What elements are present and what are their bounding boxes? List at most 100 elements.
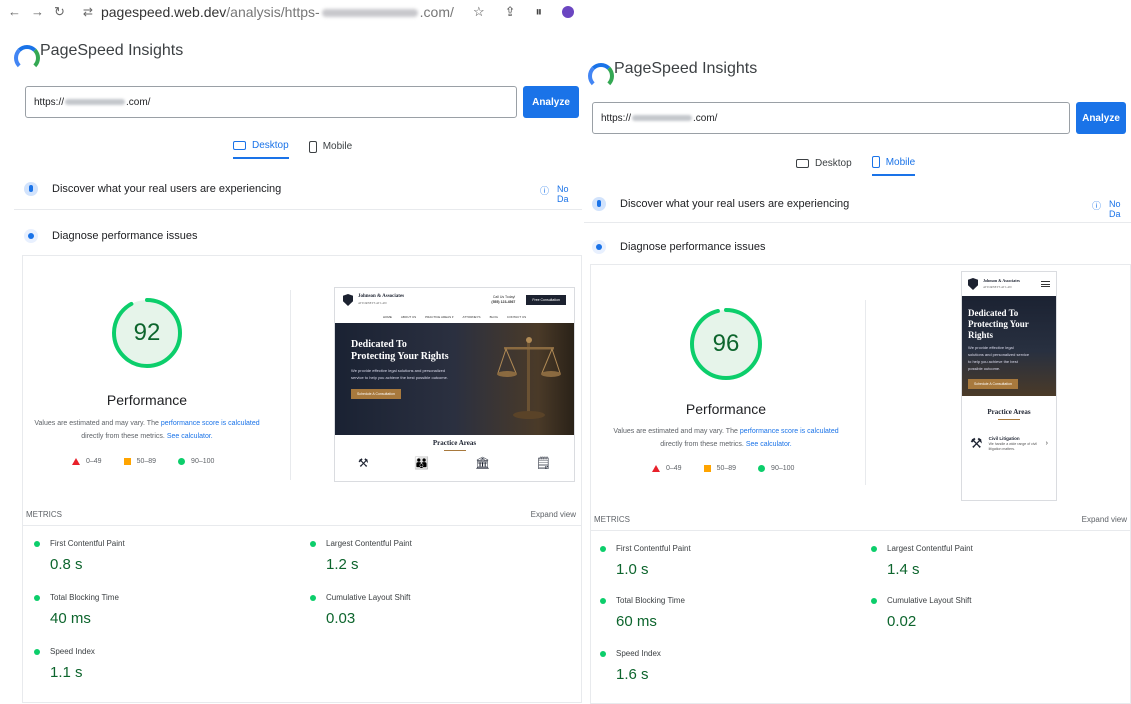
poor-triangle-icon — [72, 458, 80, 465]
tab-mobile[interactable]: Mobile — [308, 140, 352, 159]
mobile-page-screenshot: Johnson & Associates ATTORNEYS AT LAW Ded… — [961, 271, 1057, 501]
legend-good: 90–100 — [178, 458, 214, 465]
performance-title: Performance — [106, 392, 188, 408]
performance-score-gauge: 92 — [110, 296, 184, 370]
average-square-icon — [703, 465, 711, 472]
metric-cls: Cumulative Layout Shift 0.02 — [871, 596, 972, 630]
good-circle-icon — [310, 540, 316, 547]
url-input[interactable]: https://.com/ — [25, 86, 517, 118]
diagnose-section[interactable]: Diagnose performance issues — [24, 229, 198, 243]
mobile-report-panel: PageSpeed Insights https://.com/ Analyze… — [584, 0, 1131, 704]
discover-section[interactable]: Discover what your real users are experi… — [24, 182, 281, 196]
bookmark-star-icon[interactable]: ☆ — [473, 4, 485, 20]
metric-tbt: Total Blocking Time 60 ms — [600, 596, 685, 630]
tab-desktop[interactable]: Desktop — [796, 156, 852, 176]
legend-average: 50–89 — [123, 458, 156, 465]
browser-toolbar: ←→↻ ⇄ pagespeed.web.dev/analysis/https-.… — [0, 0, 580, 24]
justice-scales-image — [497, 337, 561, 419]
expand-view-link[interactable]: Expand view — [1082, 515, 1127, 524]
tab-desktop[interactable]: Desktop — [233, 140, 289, 159]
good-circle-icon — [600, 597, 606, 604]
metrics-header: METRICS Expand view — [594, 515, 1127, 524]
info-icon: ⓘ — [1092, 201, 1102, 211]
gavel-icon: ⚒ — [357, 456, 369, 470]
profile-avatar[interactable] — [562, 6, 574, 18]
no-data-indicator: ⓘ No Da — [1092, 199, 1121, 219]
see-calculator-link[interactable]: See calculator. — [167, 433, 213, 440]
good-circle-icon — [34, 648, 40, 655]
good-circle-icon — [34, 594, 40, 601]
divider — [584, 222, 1131, 223]
performance-score-gauge: 96 — [688, 306, 764, 382]
good-circle-icon — [600, 545, 606, 552]
analyze-button[interactable]: Analyze — [523, 86, 579, 118]
metric-tbt: Total Blocking Time 40 ms — [34, 593, 119, 627]
users-icon — [24, 182, 38, 196]
desktop-page-screenshot: Johnson & Associates ATTORNEYS AT LAW Cal… — [334, 287, 575, 482]
metric-lcp: Largest Contentful Paint 1.4 s — [871, 544, 973, 578]
divider — [14, 209, 582, 210]
performance-score: 92 — [133, 319, 161, 346]
legend-good: 90–100 — [758, 465, 794, 472]
tab-mobile[interactable]: Mobile — [871, 156, 916, 176]
metric-fcp: First Contentful Paint 1.0 s — [600, 544, 691, 578]
brand[interactable]: PageSpeed Insights — [588, 60, 758, 89]
comparison-screenshot: ←→↻ ⇄ pagespeed.web.dev/analysis/https-.… — [0, 0, 1131, 704]
good-circle-icon — [758, 465, 766, 472]
family-icon: 👪 — [414, 456, 430, 470]
gavel-icon: ⚒ — [970, 435, 983, 452]
see-calculator-link[interactable]: See calculator. — [746, 441, 792, 448]
score-legend: 0–49 50–89 90–100 — [72, 458, 214, 465]
share-icon[interactable]: ⇪ — [505, 4, 516, 20]
site-info-icon[interactable]: ⇄ — [83, 5, 93, 19]
good-circle-icon — [600, 650, 606, 657]
performance-note: Values are estimated and may vary. The p… — [613, 428, 839, 448]
metric-lcp: Largest Contentful Paint 1.2 s — [310, 539, 412, 573]
desktop-report-panel: ←→↻ ⇄ pagespeed.web.dev/analysis/https-.… — [0, 0, 582, 704]
device-tabs: Desktop Mobile — [796, 156, 916, 176]
score-legend: 0–49 50–89 90–100 — [652, 465, 794, 472]
performance-title: Performance — [685, 401, 767, 417]
pagespeed-logo-icon — [14, 45, 40, 71]
analyze-button[interactable]: Analyze — [1076, 102, 1126, 134]
performance-score: 96 — [712, 330, 740, 357]
legend-poor: 0–49 — [72, 458, 102, 465]
panel-divider — [582, 0, 584, 704]
firm-shield-logo — [343, 294, 353, 306]
discover-section[interactable]: Discover what your real users are experi… — [592, 197, 849, 211]
building-icon: 🏛 — [474, 456, 491, 470]
good-circle-icon — [34, 540, 40, 547]
device-tabs: Desktop Mobile — [233, 140, 352, 159]
mobile-icon — [308, 140, 317, 153]
document-icon: 🗒 — [535, 456, 552, 470]
brand-title: PageSpeed Insights — [614, 60, 758, 77]
average-square-icon — [123, 458, 131, 465]
metric-speed-index: Speed Index 1.1 s — [34, 647, 95, 681]
expand-view-link[interactable]: Expand view — [531, 510, 576, 519]
score-calc-link[interactable]: performance score is calculated — [161, 420, 260, 427]
good-circle-icon — [871, 597, 877, 604]
mobile-icon — [871, 156, 880, 168]
hamburger-menu-icon — [1041, 281, 1050, 287]
brand-title: PageSpeed Insights — [40, 42, 184, 59]
lab-icon — [592, 240, 606, 254]
score-calc-link[interactable]: performance score is calculated — [740, 428, 839, 435]
metrics-divider — [590, 530, 1131, 531]
diagnose-section[interactable]: Diagnose performance issues — [592, 240, 766, 254]
metric-cls: Cumulative Layout Shift 0.03 — [310, 593, 411, 627]
desktop-icon — [233, 141, 246, 150]
info-icon: ⓘ — [540, 186, 550, 196]
firm-shield-logo — [968, 278, 978, 290]
chevron-right-icon: › — [1045, 440, 1048, 447]
users-icon — [592, 197, 606, 211]
browser-address-bar[interactable]: pagespeed.web.dev/analysis/https- .com/ — [101, 4, 454, 20]
pagespeed-logo-icon — [588, 63, 614, 89]
browser-nav-icons[interactable]: ←→↻ — [8, 4, 75, 20]
brand[interactable]: PageSpeed Insights — [14, 42, 184, 71]
card-separator — [290, 290, 291, 480]
good-circle-icon — [871, 545, 877, 552]
tab-menu-icon[interactable]: ⏸ — [536, 4, 543, 20]
performance-note: Values are estimated and may vary. The p… — [34, 420, 260, 440]
url-input[interactable]: https://.com/ — [592, 102, 1070, 134]
metric-speed-index: Speed Index 1.6 s — [600, 649, 661, 683]
